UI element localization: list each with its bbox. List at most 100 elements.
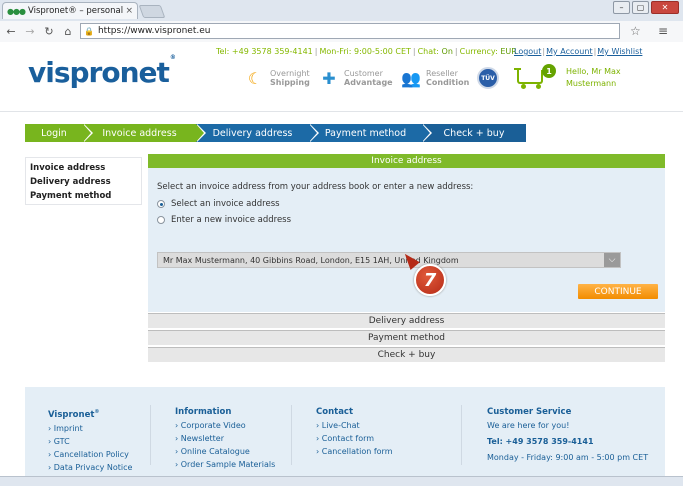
logout-link[interactable]: Logout (514, 47, 541, 56)
address-bar[interactable]: 🔒 https://www.vispronet.eu (80, 23, 620, 39)
lock-icon: 🔒 (84, 26, 94, 36)
checkout-sidebar: Invoice address Delivery address Payment… (25, 157, 142, 205)
feature-line1: Reseller (426, 69, 458, 78)
browser-bottom-bar (0, 476, 683, 486)
step-label: Check + buy (443, 127, 505, 139)
radio-button-unchecked[interactable] (157, 216, 165, 224)
feature-customer-advantage[interactable]: ✚ Customer Advantage (318, 67, 393, 89)
footer-divider (150, 405, 151, 465)
favicon-icon: ●●● (7, 6, 26, 16)
my-account-link[interactable]: My Account (546, 47, 592, 56)
new-tab-button[interactable] (138, 5, 166, 18)
step-label: Delivery address (212, 127, 293, 139)
tuv-seal[interactable]: TÜV (477, 67, 499, 89)
footer-link[interactable]: Live-Chat (316, 419, 393, 432)
my-wishlist-link[interactable]: My Wishlist (597, 47, 642, 56)
currency-label: Currency: (459, 47, 498, 56)
footer-heading: Customer Service (487, 407, 572, 417)
back-icon[interactable]: ← (3, 25, 19, 38)
tab-close-icon[interactable]: × (125, 6, 133, 16)
footer-link[interactable]: Contact form (316, 432, 393, 445)
step-label: Payment method (324, 127, 407, 139)
shopping-cart[interactable]: 1 (514, 64, 556, 90)
footer-divider (461, 405, 462, 465)
sidebar-item-delivery[interactable]: Delivery address (30, 175, 137, 189)
minimize-button[interactable]: – (613, 1, 630, 14)
header-tel: Tel: +49 3578 359-4141 (216, 47, 313, 56)
feature-overnight-shipping[interactable]: ☾ Overnight Shipping (244, 67, 310, 89)
step-label: Login (41, 127, 67, 139)
footer-link[interactable]: GTC (48, 435, 132, 448)
browser-tab[interactable]: ●●● Vispronet® – personalise × (2, 2, 138, 19)
step-delivery-address[interactable]: Delivery address (196, 124, 319, 142)
forward-icon[interactable]: → (22, 25, 38, 38)
browser-navbar: ← → ↻ ⌂ 🔒 https://www.vispronet.eu ☆ ≡ (0, 21, 683, 42)
footer-link[interactable]: Imprint (48, 422, 132, 435)
radio-select-address[interactable]: Select an invoice address (157, 199, 280, 209)
cart-count-badge: 1 (542, 64, 556, 78)
account-links: Logout|My Account|My Wishlist (514, 47, 643, 56)
step-login[interactable]: Login (25, 124, 93, 142)
step-check-buy[interactable]: Check + buy (422, 124, 526, 142)
footer-link[interactable]: Cancellation Policy (48, 448, 132, 461)
user-greeting[interactable]: Hello, Mr Max Mustermann (566, 66, 621, 90)
sidebar-item-payment[interactable]: Payment method (30, 189, 137, 203)
footer-link[interactable]: Newsletter (175, 432, 275, 445)
greeting-line1: Hello, Mr Max (566, 67, 621, 76)
section-payment-method[interactable]: Payment method (148, 330, 665, 345)
footer-link[interactable]: Data Privacy Notice (48, 461, 133, 474)
moon-star-icon: ☾ (247, 68, 263, 88)
people-icon: 👥 (401, 68, 421, 88)
menu-icon[interactable]: ≡ (658, 24, 668, 38)
footer-heading: Contact (316, 407, 354, 417)
feature-line1: Customer (344, 69, 383, 78)
tab-title: Vispronet® – personalise (27, 6, 124, 16)
footer-link[interactable]: Cancellation form (316, 445, 393, 458)
section-check-buy[interactable]: Check + buy (148, 347, 665, 362)
checkout-steps: Login Invoice address Delivery address P… (25, 124, 526, 142)
footer-link[interactable]: Online Catalogue (175, 445, 275, 458)
step-invoice-address[interactable]: Invoice address (83, 124, 206, 142)
footer-link[interactable]: Order Sample Materials (175, 458, 275, 471)
reload-icon[interactable]: ↻ (41, 25, 57, 38)
footer-col-information: Information Corporate Video Newsletter O… (175, 406, 275, 471)
service-hours: Monday - Friday: 9:00 am - 5:00 pm CET (487, 453, 649, 462)
greeting-line2: Mustermann (566, 79, 617, 88)
feature-line2: Shipping (270, 78, 310, 87)
footer-heading: Information (175, 407, 232, 417)
continue-button[interactable]: CONTINUE (578, 284, 658, 299)
maximize-button[interactable]: ▢ (632, 1, 649, 14)
radio-new-address[interactable]: Enter a new invoice address (157, 215, 291, 225)
footer-col-contact: Contact Live-Chat Contact form Cancellat… (316, 406, 393, 458)
site-footer: Vispronet® Imprint GTC Cancellation Poli… (25, 387, 665, 476)
section-delivery-address[interactable]: Delivery address (148, 313, 665, 328)
chevron-down-icon[interactable]: ⌵ (604, 253, 620, 267)
browser-chrome: ●●● Vispronet® – personalise × – ▢ ✕ ← →… (0, 0, 683, 42)
panel-title: Invoice address (148, 154, 665, 173)
tuv-badge-icon: TÜV (477, 67, 499, 89)
feature-line2: Condition (426, 78, 470, 87)
step-payment-method[interactable]: Payment method (309, 124, 432, 142)
service-tel[interactable]: Tel: +49 3578 359-4141 (487, 435, 648, 448)
header-hours: Mon-Fri: 9:00-5:00 CET (319, 47, 411, 56)
chat-status[interactable]: On (442, 47, 453, 56)
service-subtitle: We are here for you! (487, 421, 570, 430)
site-logo[interactable]: vispronet ® (28, 54, 176, 89)
footer-link[interactable]: Corporate Video (175, 419, 275, 432)
footer-col-customer-service: Customer Service We are here for you! Te… (487, 406, 648, 464)
window-controls: – ▢ ✕ (613, 1, 679, 14)
radio-button-checked[interactable] (157, 200, 165, 208)
header-divider (0, 111, 683, 112)
feature-reseller-condition[interactable]: 👥 Reseller Condition (400, 67, 469, 89)
step-marker-badge: 7 (414, 264, 446, 296)
step-label: Invoice address (102, 127, 177, 139)
bookmark-star-icon[interactable]: ☆ (630, 24, 641, 38)
address-select[interactable]: Mr Max Mustermann, 40 Gibbins Road, Lond… (157, 252, 621, 268)
feature-line2: Advantage (344, 78, 393, 87)
footer-heading: Vispronet® (48, 409, 100, 420)
close-window-button[interactable]: ✕ (651, 1, 679, 14)
sidebar-item-invoice[interactable]: Invoice address (30, 161, 137, 175)
home-icon[interactable]: ⌂ (60, 25, 76, 38)
address-prompt: Select an invoice address from your addr… (157, 182, 474, 192)
radio-label: Enter a new invoice address (171, 215, 292, 225)
